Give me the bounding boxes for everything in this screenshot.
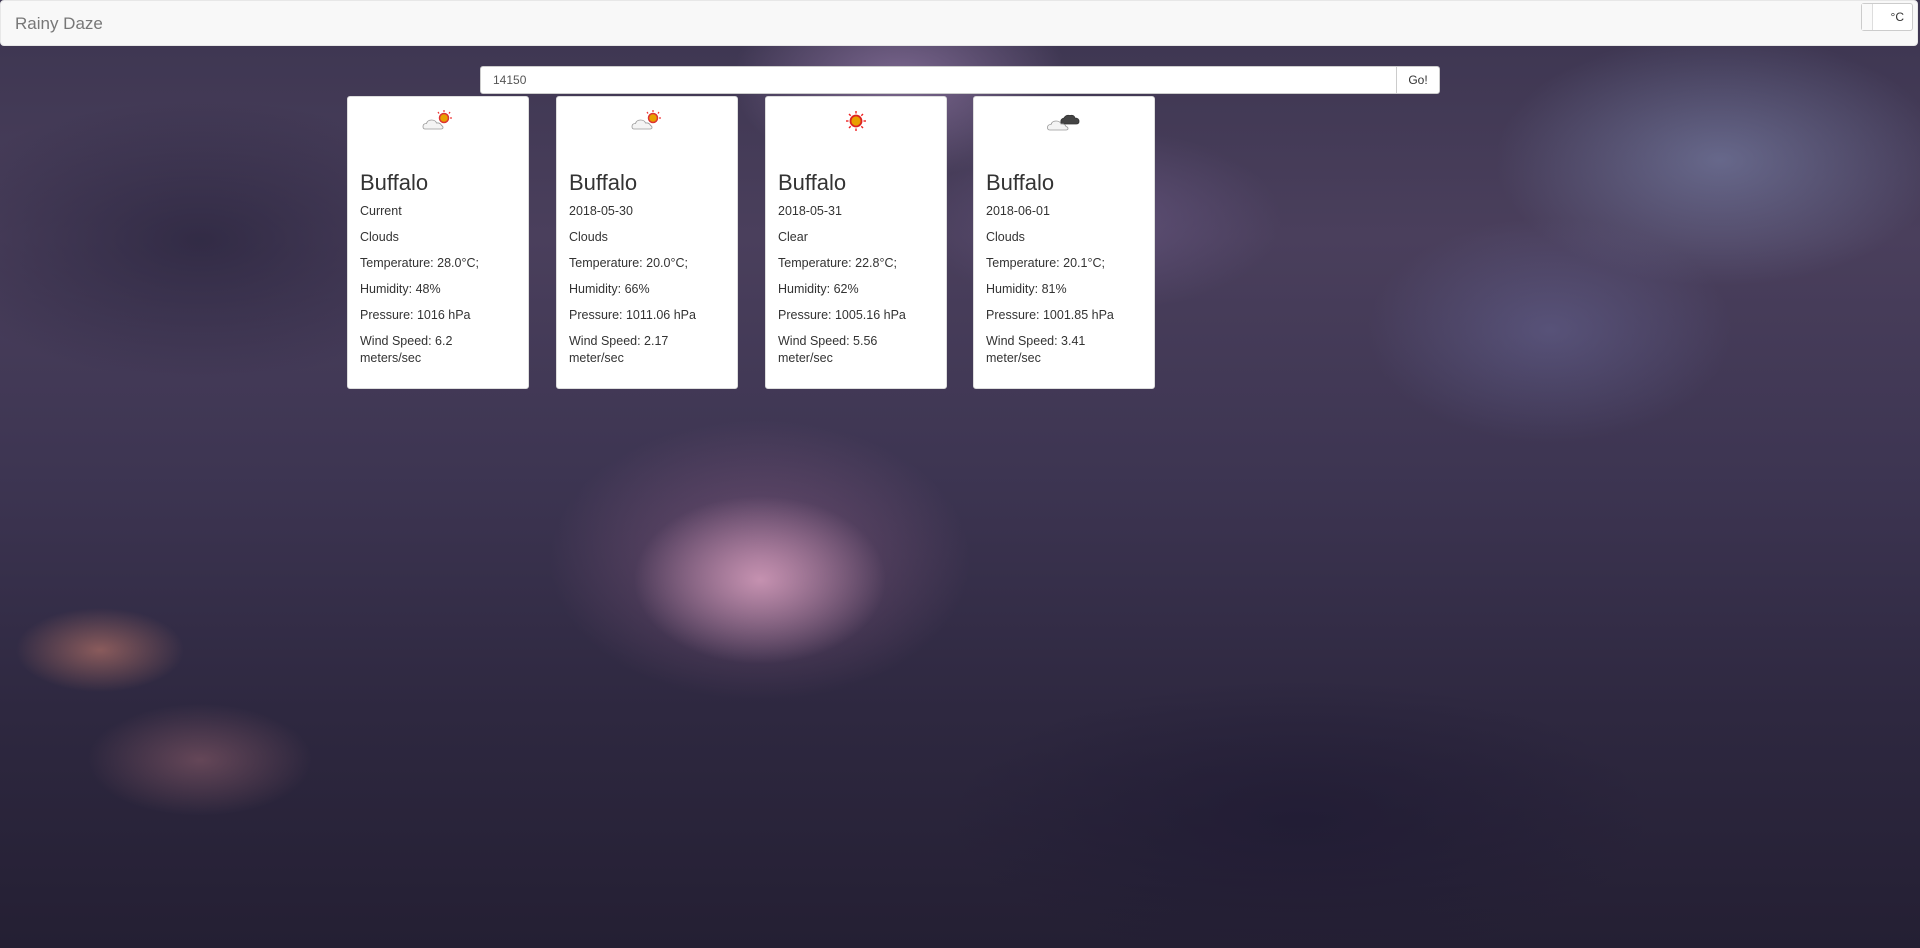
pressure: Pressure: 1011.06 hPa (569, 308, 696, 322)
navbar: Rainy Daze °C (0, 0, 1918, 46)
city-name: Buffalo (569, 170, 638, 195)
partly-cloudy-sun-icon (422, 110, 452, 130)
city-name: Buffalo (986, 170, 1055, 195)
humidity: Humidity: 66% (569, 282, 650, 296)
sun-icon (846, 111, 866, 131)
temperature: Temperature: 28.0°C; (360, 256, 479, 270)
forecast-card: Buffalo Current Clouds Temperature: 28.0… (347, 96, 529, 389)
weather-condition: Clouds (986, 230, 1025, 244)
search-bar: Go! (480, 66, 1440, 94)
humidity: Humidity: 81% (986, 282, 1067, 296)
zip-search-input[interactable] (480, 66, 1397, 94)
brand-title[interactable]: Rainy Daze (15, 14, 103, 34)
forecast-date: Current (360, 204, 402, 218)
forecast-cards: Buffalo Current Clouds Temperature: 28.0… (347, 96, 1167, 390)
city-name: Buffalo (778, 170, 847, 195)
forecast-date: 2018-05-30 (569, 204, 633, 218)
go-button[interactable]: Go! (1396, 66, 1440, 94)
wind-speed: Wind Speed: 6.2 meters/sec (360, 334, 453, 365)
forecast-card: Buffalo 2018-05-31 Clear Temperature: 22… (765, 96, 947, 389)
overcast-clouds-icon (1047, 114, 1080, 131)
unit-label: °C (1890, 10, 1904, 24)
pressure: Pressure: 1001.85 hPa (986, 308, 1114, 322)
temperature: Temperature: 20.1°C; (986, 256, 1105, 270)
forecast-date: 2018-06-01 (986, 204, 1050, 218)
forecast-date: 2018-05-31 (778, 204, 842, 218)
wind-speed: Wind Speed: 2.17 meter/sec (569, 334, 669, 365)
forecast-card: Buffalo 2018-05-30 Clouds Temperature: 2… (556, 96, 738, 389)
unit-toggle[interactable]: °C (1861, 3, 1913, 31)
pressure: Pressure: 1005.16 hPa (778, 308, 906, 322)
toggle-knob[interactable] (1862, 4, 1873, 30)
partly-cloudy-sun-icon (631, 110, 661, 130)
weather-condition: Clear (778, 230, 808, 244)
humidity: Humidity: 48% (360, 282, 441, 296)
pressure: Pressure: 1016 hPa (360, 308, 471, 322)
temperature: Temperature: 20.0°C; (569, 256, 688, 270)
humidity: Humidity: 62% (778, 282, 859, 296)
wind-speed: Wind Speed: 5.56 meter/sec (778, 334, 878, 365)
weather-condition: Clouds (360, 230, 399, 244)
temperature: Temperature: 22.8°C; (778, 256, 897, 270)
weather-condition: Clouds (569, 230, 608, 244)
forecast-card: Buffalo 2018-06-01 Clouds Temperature: 2… (973, 96, 1155, 389)
wind-speed: Wind Speed: 3.41 meter/sec (986, 334, 1086, 365)
city-name: Buffalo (360, 170, 429, 195)
